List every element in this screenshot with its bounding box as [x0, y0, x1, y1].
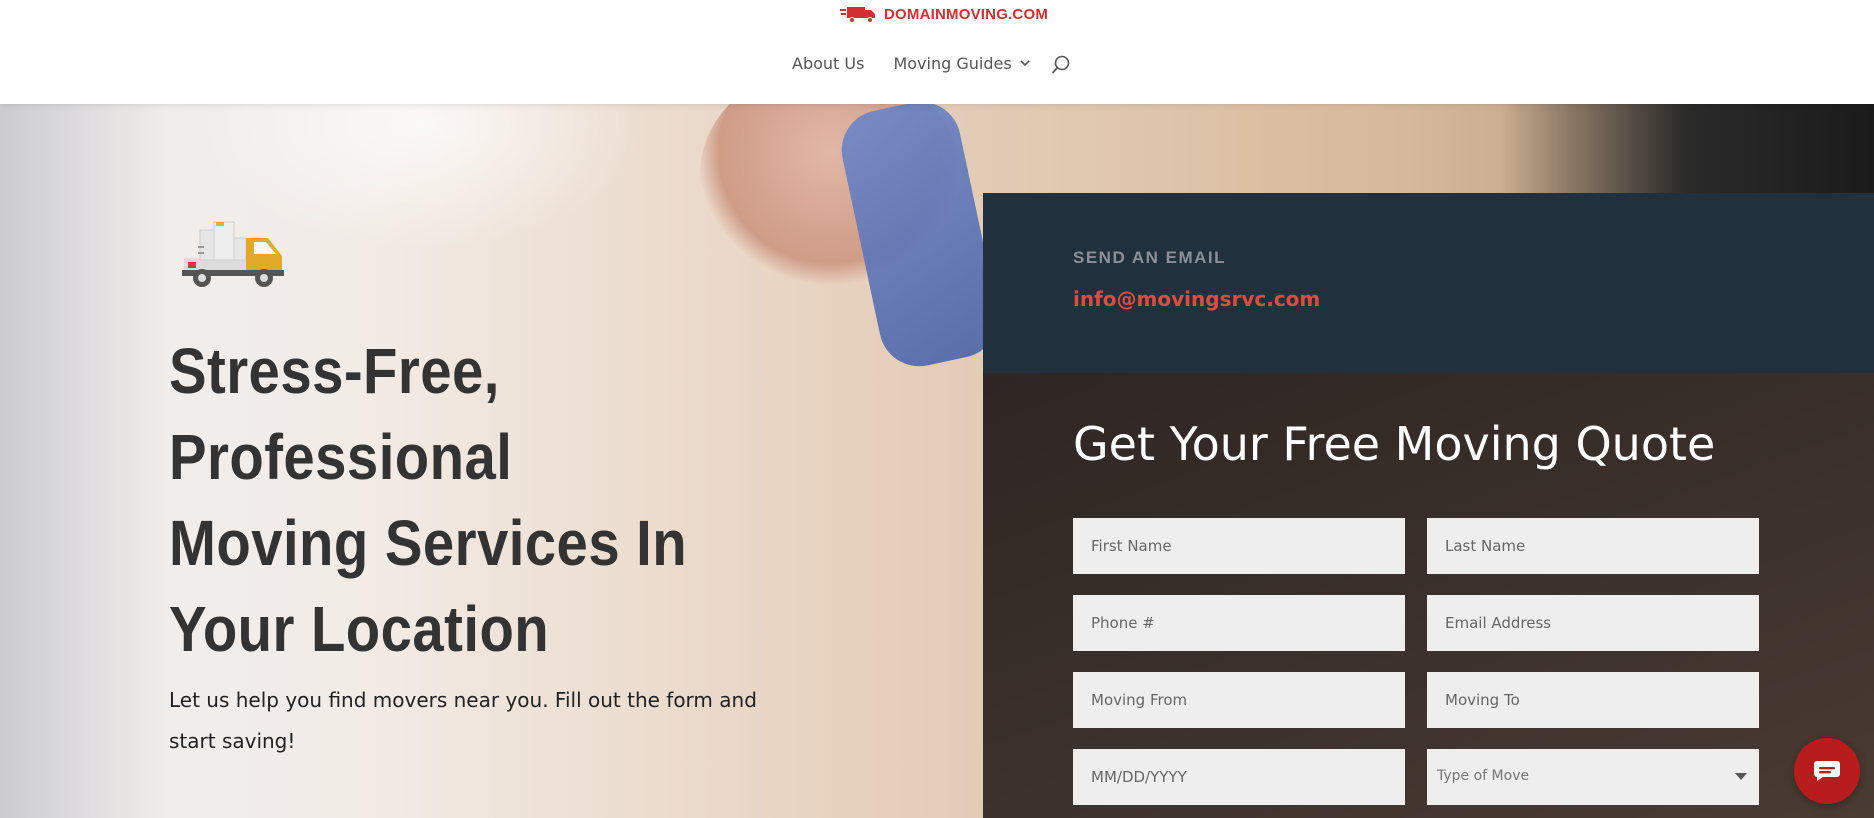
chevron-down-icon	[1020, 60, 1030, 67]
logo-truck-icon	[840, 7, 875, 23]
nav-item-moving-guides[interactable]: Moving Guides	[893, 54, 1030, 73]
move-date-field[interactable]	[1073, 749, 1405, 805]
nav-item-label: About Us	[792, 54, 865, 73]
chat-icon	[1814, 761, 1840, 781]
quote-form-title: Get Your Free Moving Quote	[1073, 417, 1716, 471]
search-icon[interactable]	[1050, 54, 1072, 76]
contact-label: SEND AN EMAIL	[1073, 248, 1226, 267]
last-name-field[interactable]	[1427, 518, 1759, 574]
site-logo[interactable]: DOMAINMOVING.COM	[840, 4, 1048, 24]
move-type-select[interactable]: Type of Move	[1427, 749, 1759, 805]
hero-headline: Stress-Free, Professional Moving Service…	[169, 335, 688, 665]
quote-form: Get Your Free Moving Quote Type of Move	[983, 373, 1874, 818]
email-field[interactable]	[1427, 595, 1759, 651]
caret-down-icon	[1735, 773, 1747, 780]
nav-item-label: Moving Guides	[893, 54, 1012, 73]
site-header: DOMAINMOVING.COM About Us Moving Guides	[0, 0, 1874, 104]
moving-from-field[interactable]	[1073, 672, 1405, 728]
truck-icon	[182, 221, 284, 287]
nav-item-about-us[interactable]: About Us	[792, 54, 864, 73]
contact-panel: SEND AN EMAIL info@movingsrvc.com	[983, 193, 1874, 373]
move-type-value: Type of Move	[1437, 768, 1530, 784]
chat-button[interactable]	[1794, 738, 1860, 804]
phone-field[interactable]	[1073, 595, 1405, 651]
logo-text: DOMAINMOVING.COM	[884, 5, 1049, 23]
hero-subtext: Let us help you find movers near you. Fi…	[169, 688, 757, 753]
contact-email-link[interactable]: info@movingsrvc.com	[1073, 287, 1320, 311]
first-name-field[interactable]	[1073, 518, 1405, 574]
moving-to-field[interactable]	[1427, 672, 1759, 728]
main-nav: About Us Moving Guides	[792, 54, 1030, 73]
